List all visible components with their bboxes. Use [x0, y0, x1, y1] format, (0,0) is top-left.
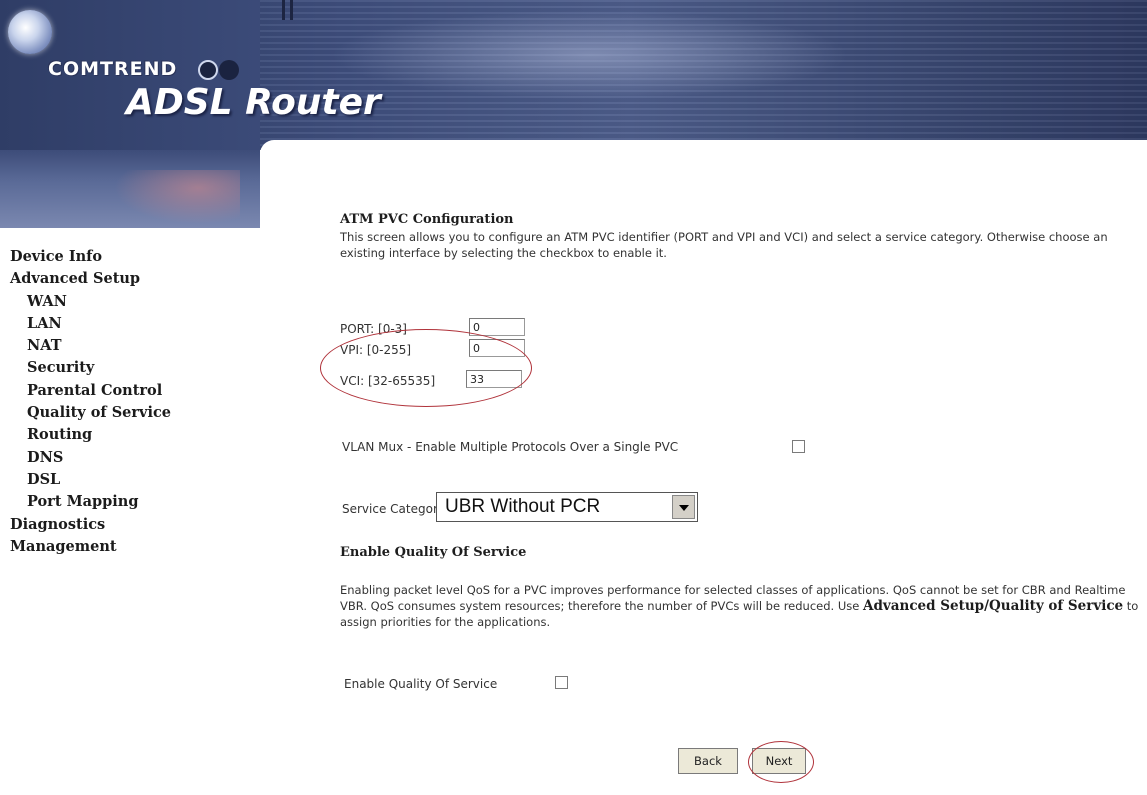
sidebar-item-parental-control[interactable]: Parental Control [10, 380, 250, 402]
sidebar-item-nat[interactable]: NAT [10, 335, 250, 357]
decorative-image [100, 170, 240, 228]
sidebar-item-port-mapping[interactable]: Port Mapping [10, 491, 250, 513]
sidebar-nav: Device Info Advanced Setup WAN LAN NAT Securi… [10, 246, 250, 558]
sidebar-item-lan[interactable]: LAN [10, 313, 250, 335]
vci-label: VCI: [32-65535] [340, 374, 436, 388]
sidebar-item-routing[interactable]: Routing [10, 424, 250, 446]
port-input[interactable] [469, 318, 525, 336]
sidebar-item-security[interactable]: Security [10, 357, 250, 379]
banner-divider [290, 0, 293, 20]
chevron-down-icon[interactable] [672, 495, 695, 519]
product-title: ADSL Router [126, 82, 381, 123]
vci-input[interactable] [466, 370, 522, 388]
logo-ring-icon [198, 60, 218, 80]
company-name: COMTREND [48, 58, 178, 80]
qos-heading: Enable Quality Of Service [340, 545, 527, 560]
service-category-label: Service Category: [342, 502, 449, 516]
page-description: This screen allows you to configure an A… [340, 230, 1108, 260]
service-category-value: UBR Without PCR [445, 496, 601, 517]
sidebar-item-dns[interactable]: DNS [10, 447, 250, 469]
vlan-mux-label: VLAN Mux - Enable Multiple Protocols Ove… [342, 440, 679, 454]
back-button[interactable]: Back [678, 748, 738, 774]
sidebar-item-dsl[interactable]: DSL [10, 469, 250, 491]
globe-icon [8, 10, 52, 54]
banner-glare [330, 10, 850, 100]
enable-qos-checkbox[interactable] [555, 676, 568, 689]
vlan-mux-checkbox[interactable] [792, 440, 805, 453]
port-label: PORT: [0-3] [340, 322, 407, 336]
banner-divider [282, 0, 285, 20]
sidebar-item-quality-of-service[interactable]: Quality of Service [10, 402, 250, 424]
next-button[interactable]: Next [752, 748, 806, 774]
sidebar-item-diagnostics[interactable]: Diagnostics [10, 514, 250, 536]
vpi-label: VPI: [0-255] [340, 343, 412, 357]
sidebar-item-management[interactable]: Management [10, 536, 250, 558]
page-title: ATM PVC Configuration [340, 212, 514, 227]
service-category-select[interactable]: UBR Without PCR [436, 492, 698, 522]
enable-qos-label: Enable Quality Of Service [344, 677, 498, 691]
sidebar-header-image [0, 150, 260, 228]
vpi-input[interactable] [469, 339, 525, 357]
sidebar-item-wan[interactable]: WAN [10, 291, 250, 313]
qos-desc-link-text: Advanced Setup/Quality of Service [863, 598, 1124, 614]
sidebar-item-device-info[interactable]: Device Info [10, 246, 250, 268]
logo-dot-icon [219, 60, 239, 80]
header-banner: COMTREND ADSL Router [0, 0, 1147, 150]
sidebar-item-advanced-setup[interactable]: Advanced Setup [10, 268, 250, 290]
qos-description: Enabling packet level QoS for a PVC impr… [340, 582, 1145, 630]
